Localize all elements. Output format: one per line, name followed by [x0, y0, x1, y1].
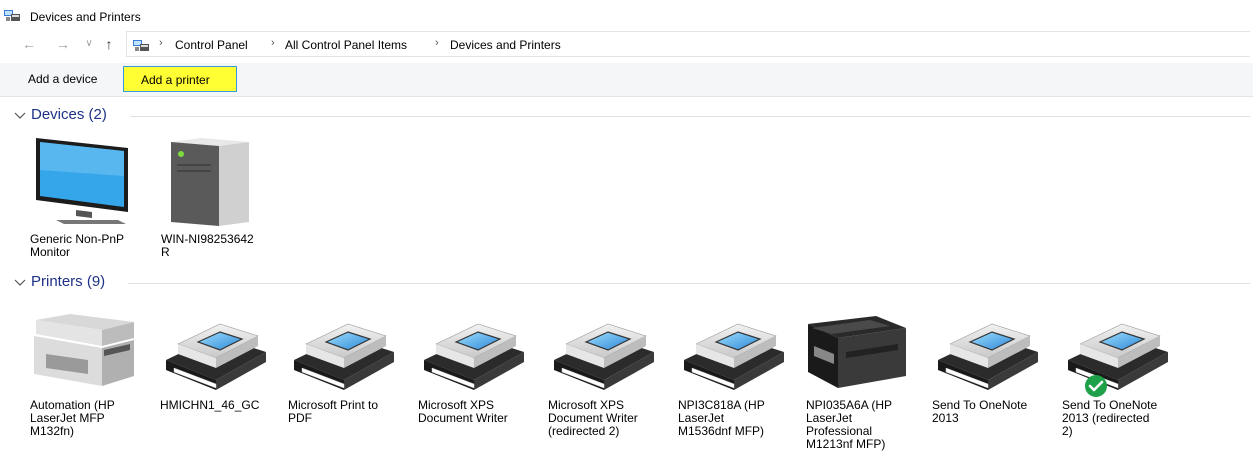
printer-icon: [160, 302, 272, 392]
command-bar: Add a device Add a printer: [0, 63, 1253, 97]
title-bar: Devices and Printers: [0, 0, 1253, 30]
printer-icon: [932, 302, 1044, 392]
printer-label: Microsoft XPS Document Writer: [418, 398, 508, 425]
default-printer-check-icon: [1085, 375, 1107, 397]
navigation-bar: ← → ∨ ↑ › Control Panel › All Control Pa…: [0, 31, 1253, 59]
mfp-printer-icon: [34, 314, 134, 386]
printer-label: Send To OneNote 2013: [932, 398, 1028, 425]
control-panel-icon: [133, 40, 149, 51]
address-bar[interactable]: › Control Panel › All Control Panel Item…: [126, 31, 1250, 57]
computer-tower-icon: [171, 138, 249, 226]
chevron-down-icon: [14, 112, 26, 119]
printer-label: NPI3C818A (HP LaserJet M1536dnf MFP): [678, 398, 765, 438]
breadcrumb-control-panel[interactable]: Control Panel: [175, 38, 248, 52]
printer-label: Microsoft Print to PDF: [288, 398, 379, 425]
chevron-down-icon[interactable]: ∨: [80, 35, 98, 53]
group-divider: [130, 116, 1250, 117]
add-device-button[interactable]: Add a device: [22, 66, 103, 92]
arrow-up-icon[interactable]: ↑: [100, 35, 118, 53]
arrow-left-icon[interactable]: ←: [20, 35, 38, 53]
breadcrumb-separator-icon: ›: [435, 37, 439, 49]
printer-icon: [678, 302, 790, 392]
breadcrumb-separator-icon: ›: [271, 37, 275, 49]
device-label: Generic Non-PnP Monitor: [30, 232, 125, 259]
printer-label: Send To OneNote 2013 (redirected 2): [1062, 398, 1158, 438]
breadcrumb-all-items[interactable]: All Control Panel Items: [285, 38, 407, 52]
window-title: Devices and Printers: [30, 10, 141, 24]
printer-icon: [548, 302, 660, 392]
group-divider: [128, 283, 1250, 284]
device-label: WIN-NI98253642 R: [161, 232, 254, 259]
monitor-icon: [36, 138, 128, 224]
breadcrumb-separator-icon: ›: [159, 37, 163, 49]
devices-group-title: Devices (2): [31, 106, 107, 123]
printer-label: Microsoft XPS Document Writer (redirecte…: [548, 398, 638, 438]
printer-icon: [1062, 302, 1174, 392]
devices-group-header[interactable]: Devices (2): [14, 106, 1250, 128]
printer-label: NPI035A6A (HP LaserJet Professional M121…: [806, 398, 893, 451]
printer-icon: [418, 302, 530, 392]
arrow-right-icon[interactable]: →: [54, 35, 72, 53]
printer-label: Automation (HP LaserJet MFP M132fn): [30, 398, 115, 438]
chevron-down-icon: [14, 279, 26, 286]
printer-icon: [288, 302, 400, 392]
black-mfp-printer-icon: [808, 316, 906, 388]
printers-group-header[interactable]: Printers (9): [14, 273, 1250, 295]
printers-group-title: Printers (9): [31, 273, 106, 290]
breadcrumb-devices-and-printers[interactable]: Devices and Printers: [450, 38, 561, 52]
add-printer-button[interactable]: Add a printer: [123, 66, 237, 92]
devices-and-printers-icon: [4, 10, 20, 21]
printer-label: HMICHN1_46_GC: [160, 398, 260, 412]
